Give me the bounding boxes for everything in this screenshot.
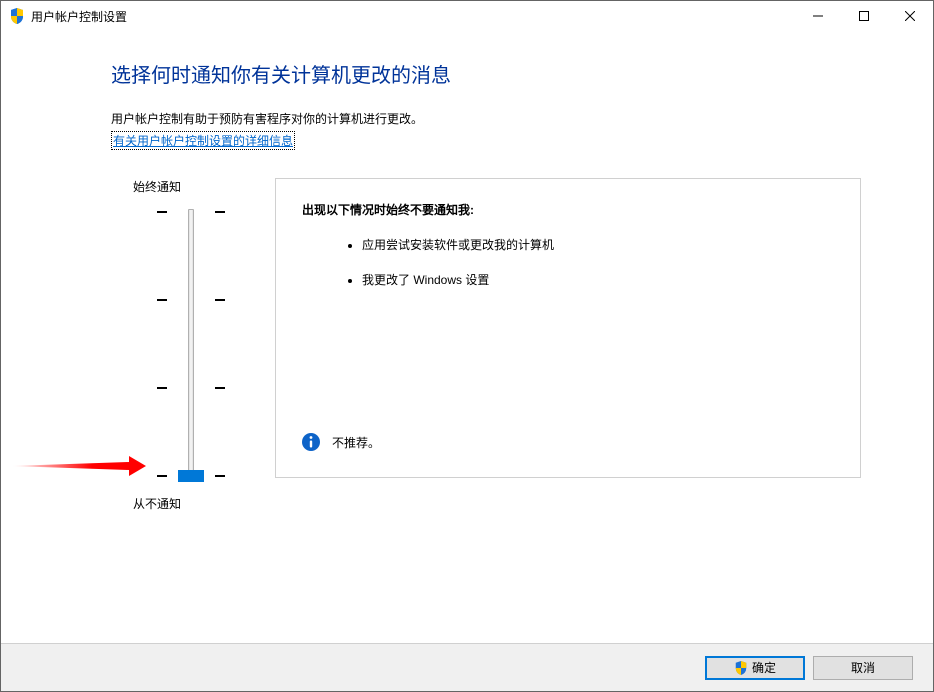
shield-icon <box>734 661 748 675</box>
recommendation-row: 不推荐。 <box>302 433 380 451</box>
window-title: 用户帐户控制设置 <box>31 8 795 25</box>
slider-area: 始终通知 <box>111 178 861 512</box>
slider-thumb[interactable] <box>178 470 204 482</box>
content-area: 选择何时通知你有关计算机更改的消息 用户帐户控制有助于预防有害程序对你的计算机进… <box>1 31 933 512</box>
tick-mark <box>157 211 167 213</box>
ok-button[interactable]: 确定 <box>705 656 805 680</box>
recommendation-text: 不推荐。 <box>332 434 380 451</box>
uac-settings-window: 用户帐户控制设置 选择何时通知你有关计算机更改的消息 用户帐户控制有助于预防有害… <box>0 0 934 692</box>
tick-mark <box>215 475 225 477</box>
slider-track[interactable] <box>111 209 271 479</box>
tick-mark <box>215 299 225 301</box>
cancel-button-label: 取消 <box>851 659 875 676</box>
cancel-button[interactable]: 取消 <box>813 656 913 680</box>
tick-mark <box>215 211 225 213</box>
minimize-button[interactable] <box>795 1 841 31</box>
more-info-link[interactable]: 有关用户帐户控制设置的详细信息 <box>111 131 295 150</box>
info-list: 应用尝试安装软件或更改我的计算机 我更改了 Windows 设置 <box>302 236 834 288</box>
description-text: 用户帐户控制有助于预防有害程序对你的计算机进行更改。 <box>111 110 861 127</box>
info-list-item: 应用尝试安装软件或更改我的计算机 <box>362 236 834 253</box>
ok-button-label: 确定 <box>752 659 776 676</box>
tick-mark <box>215 387 225 389</box>
close-button[interactable] <box>887 1 933 31</box>
dialog-footer: 确定 取消 <box>1 643 933 691</box>
slider-label-always: 始终通知 <box>133 178 271 195</box>
page-heading: 选择何时通知你有关计算机更改的消息 <box>111 59 861 88</box>
info-panel-title: 出现以下情况时始终不要通知我: <box>302 201 834 218</box>
slider-label-never: 从不通知 <box>133 495 271 512</box>
shield-icon <box>9 8 25 24</box>
info-list-item: 我更改了 Windows 设置 <box>362 271 834 288</box>
tick-mark <box>157 475 167 477</box>
maximize-button[interactable] <box>841 1 887 31</box>
tick-mark <box>157 299 167 301</box>
window-controls <box>795 1 933 31</box>
info-panel: 出现以下情况时始终不要通知我: 应用尝试安装软件或更改我的计算机 我更改了 Wi… <box>275 178 861 478</box>
info-icon <box>302 433 320 451</box>
arrow-annotation <box>11 456 146 476</box>
tick-mark <box>157 387 167 389</box>
titlebar: 用户帐户控制设置 <box>1 1 933 31</box>
